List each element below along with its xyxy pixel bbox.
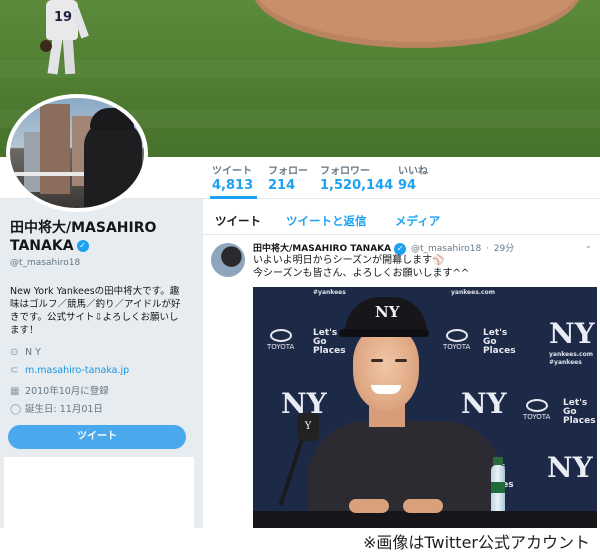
yankees-logo: NY bbox=[547, 451, 593, 484]
stat-value: 94 bbox=[398, 178, 417, 193]
stat-likes[interactable]: いいね 94 bbox=[398, 162, 428, 193]
player-eye bbox=[395, 359, 407, 362]
backdrop-text-yankees-site: yankees.com bbox=[549, 351, 593, 358]
calendar-icon: ▦ bbox=[10, 386, 20, 397]
toyota-emblem bbox=[445, 329, 468, 342]
tweet-author-handle[interactable]: @t_masahiro18 bbox=[411, 244, 481, 254]
joined-text: 2010年10月に登録 bbox=[25, 386, 109, 397]
tweet-item[interactable]: 田中将大/MASAHIRO TANAKA ✓ @t_masahiro18 · 29… bbox=[203, 235, 600, 528]
backdrop-text-yankees-tag: #yankees bbox=[313, 289, 346, 296]
avatar-building bbox=[40, 104, 70, 194]
profile-name-block: 田中将大/MASAHIRO TANAKA ✓ @t_masahiro18 bbox=[10, 219, 190, 268]
grass-stripe bbox=[0, 60, 600, 78]
toyota-wordmark: TOYOTA bbox=[523, 413, 551, 421]
profile-bio: New York Yankeesの田中将大です。趣味はゴルフ／競馬／釣り／アイド… bbox=[10, 286, 181, 336]
image-credit-caption: ※画像はTwitter公式アカウント bbox=[362, 533, 590, 552]
website-link[interactable]: m.masahiro-tanaka.jp bbox=[25, 365, 129, 376]
lets-go-places-text: Let's Go Places bbox=[563, 398, 596, 426]
tweet-author-name[interactable]: 田中将大/MASAHIRO TANAKA bbox=[253, 244, 391, 254]
verified-badge-icon: ✓ bbox=[76, 240, 89, 252]
tweet-timestamp[interactable]: 29分 bbox=[494, 244, 514, 254]
tweet-text-line: いよいよ明日からシーズンが開幕します⚾ bbox=[253, 255, 445, 266]
press-table bbox=[253, 511, 597, 528]
microphone-icon: Y bbox=[297, 413, 319, 441]
stat-label: いいね bbox=[398, 166, 428, 177]
yankees-logo: NY bbox=[461, 387, 507, 420]
player-hand bbox=[403, 499, 443, 513]
tweet-text: いよいよ明日からシーズンが開幕します⚾ 今シーズンも皆さん、よろしくお願いします… bbox=[253, 254, 469, 280]
stat-value: 1,520,144 bbox=[320, 178, 394, 193]
stat-label: フォロー bbox=[268, 166, 308, 177]
tab-media[interactable]: メディア bbox=[395, 213, 440, 229]
player-eye bbox=[371, 359, 383, 362]
profile-joined: ▦ 2010年10月に登録 bbox=[10, 383, 109, 397]
profile-name[interactable]: 田中将大/MASAHIRO TANAKA ✓ bbox=[10, 219, 190, 255]
toyota-logo: TOYOTA bbox=[523, 399, 550, 421]
stat-value: 214 bbox=[268, 178, 296, 193]
toyota-wordmark: TOYOTA bbox=[267, 343, 295, 351]
player-face bbox=[353, 327, 419, 411]
stat-value: 4,813 bbox=[212, 178, 254, 193]
profile-avatar[interactable] bbox=[6, 94, 148, 212]
toyota-wordmark: TOYOTA bbox=[443, 343, 471, 351]
toyota-emblem bbox=[269, 329, 292, 342]
player-glove bbox=[40, 40, 52, 52]
tab-tweets-and-replies[interactable]: ツイートと返信 bbox=[286, 213, 367, 229]
toyota-logo: TOYOTA bbox=[443, 329, 470, 351]
yankees-logo: NY bbox=[549, 317, 595, 350]
avatar-person bbox=[84, 120, 142, 208]
stat-following[interactable]: フォロー 214 bbox=[268, 162, 308, 193]
profile-name-line2: TANAKA bbox=[10, 238, 74, 254]
stat-tweets[interactable]: ツイート 4,813 bbox=[209, 162, 258, 199]
profile-sidebar: 田中将大/MASAHIRO TANAKA ✓ @t_masahiro18 New … bbox=[0, 199, 195, 528]
tweet-text-line: 今シーズンも皆さん、よろしくお願いします^^ bbox=[253, 268, 470, 279]
profile-handle[interactable]: @t_masahiro18 bbox=[10, 258, 190, 268]
stat-label: フォロワー bbox=[320, 166, 370, 177]
pitchers-mound bbox=[252, 0, 582, 48]
profile-website[interactable]: ⊂ m.masahiro-tanaka.jp bbox=[10, 365, 129, 376]
player-leg bbox=[62, 37, 76, 75]
timeline-tabs: ツイート ツイートと返信 メディア bbox=[203, 199, 600, 235]
jersey-number: 19 bbox=[54, 10, 73, 25]
chevron-down-icon[interactable]: ⌄ bbox=[584, 241, 592, 251]
lets-go-places-text: Let's Go Places bbox=[483, 328, 516, 356]
balloon-icon: ◯ bbox=[10, 404, 22, 415]
tab-tweets[interactable]: ツイート bbox=[215, 213, 261, 229]
player-hand bbox=[349, 499, 389, 513]
stat-label: ツイート bbox=[212, 166, 252, 177]
tweet-dot: · bbox=[486, 244, 489, 254]
cap-logo: NY bbox=[375, 303, 400, 321]
birthday-text: 誕生日: 11月01日 bbox=[25, 404, 103, 415]
twitter-profile-frame: 19 ツイート 4,813 フォロー 214 フォロワー 1,520,144 い… bbox=[0, 0, 600, 528]
verified-badge-icon: ✓ bbox=[394, 242, 407, 255]
avatar-cap bbox=[90, 108, 134, 130]
tweet-avatar[interactable] bbox=[211, 243, 245, 277]
tweet-header: 田中将大/MASAHIRO TANAKA ✓ @t_masahiro18 · 29… bbox=[253, 241, 514, 255]
stat-followers[interactable]: フォロワー 1,520,144 bbox=[320, 162, 393, 193]
profile-birthday: ◯ 誕生日: 11月01日 bbox=[10, 401, 103, 415]
profile-name-line1: 田中将大/MASAHIRO bbox=[10, 220, 157, 236]
backdrop-text-yankees-tag: #yankees bbox=[549, 359, 582, 366]
location-text: N Y bbox=[25, 347, 41, 358]
player-cap-brim bbox=[339, 329, 429, 337]
timeline-panel: ツイート ツイートと返信 メディア 田中将大/MASAHIRO TANAKA ✓ … bbox=[203, 199, 600, 528]
backdrop-text-yankees-site: yankees.com bbox=[451, 289, 495, 296]
link-icon: ⊂ bbox=[10, 365, 19, 376]
sidebar-panel bbox=[4, 457, 194, 528]
player-smile bbox=[371, 385, 401, 394]
banner-player: 19 bbox=[40, 0, 90, 78]
toyota-emblem bbox=[525, 399, 548, 412]
location-pin-icon: ⊙ bbox=[10, 347, 19, 358]
tweet-photo[interactable]: NY yankees.com #yankees NY NY NY #yankee… bbox=[253, 287, 597, 528]
bottle-label bbox=[491, 482, 505, 493]
toyota-logo: TOYOTA bbox=[267, 329, 294, 351]
tweet-button[interactable]: ツイート bbox=[8, 425, 186, 449]
profile-location: ⊙ N Y bbox=[10, 347, 41, 358]
